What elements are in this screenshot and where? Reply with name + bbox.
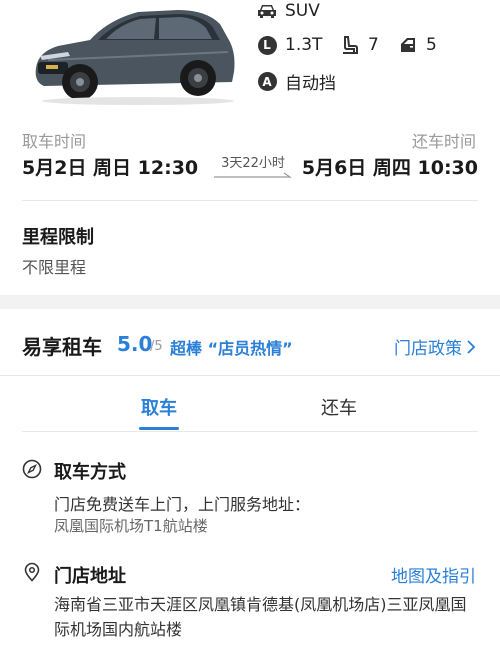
seat-icon — [340, 35, 360, 55]
door-icon — [398, 35, 418, 55]
store-score: 5.0 — [117, 332, 153, 356]
section-separator — [0, 295, 500, 309]
pickup-method-desc: 门店免费送车上门，上门服务地址： — [54, 495, 311, 514]
compass-icon — [22, 459, 42, 479]
tab-pickup[interactable]: 取车 — [141, 394, 177, 420]
store-address: 海南省三亚市天涯区凤凰镇肯德基(凤凰机场店)三亚凤凰国际机场国内航站楼 — [54, 595, 467, 639]
pickup-time-label: 取车时间 — [22, 132, 87, 151]
tab-return[interactable]: 还车 — [321, 394, 357, 420]
mileage-value: 不限里程 — [22, 258, 87, 277]
car-seats: 7 — [340, 35, 379, 55]
car-doors: 5 — [398, 35, 437, 55]
engine-icon: L — [257, 35, 277, 55]
chevron-right-icon — [467, 339, 476, 354]
return-time: 5月6日 周四 10:30 — [301, 157, 478, 179]
divider — [22, 200, 478, 201]
transmission-icon: A — [257, 72, 277, 92]
active-tab-indicator — [139, 427, 179, 430]
car-engine: L 1.3T — [257, 35, 322, 55]
car-icon — [257, 1, 277, 21]
car-summary: SUV L 1.3T 7 5 A 自动挡 — [0, 0, 500, 112]
store-rating-badge: 超棒 “店员热情” — [170, 339, 293, 358]
pickup-time: 5月2日 周日 12:30 — [22, 157, 199, 179]
store-score-max: /5 — [150, 339, 163, 354]
car-transmission: A 自动挡 — [257, 69, 336, 94]
divider — [0, 375, 500, 376]
pickup-method-title: 取车方式 — [54, 462, 126, 483]
arrow-right-icon — [214, 172, 292, 178]
store-address-title: 门店地址 — [54, 566, 126, 587]
rental-duration: 3天22小时 — [221, 156, 285, 171]
store-name: 易享租车 — [22, 335, 102, 359]
map-guide-link[interactable]: 地图及指引 — [391, 562, 476, 587]
store-policy-link[interactable]: 门店政策 — [394, 334, 476, 359]
mileage-title: 里程限制 — [22, 227, 94, 248]
divider — [22, 431, 478, 432]
location-pin-icon — [24, 562, 40, 582]
car-type: SUV — [257, 1, 320, 21]
pickup-method-location: 凤凰国际机场T1航站楼 — [54, 517, 208, 535]
car-image — [35, 10, 235, 105]
return-time-label: 还车时间 — [411, 132, 476, 151]
